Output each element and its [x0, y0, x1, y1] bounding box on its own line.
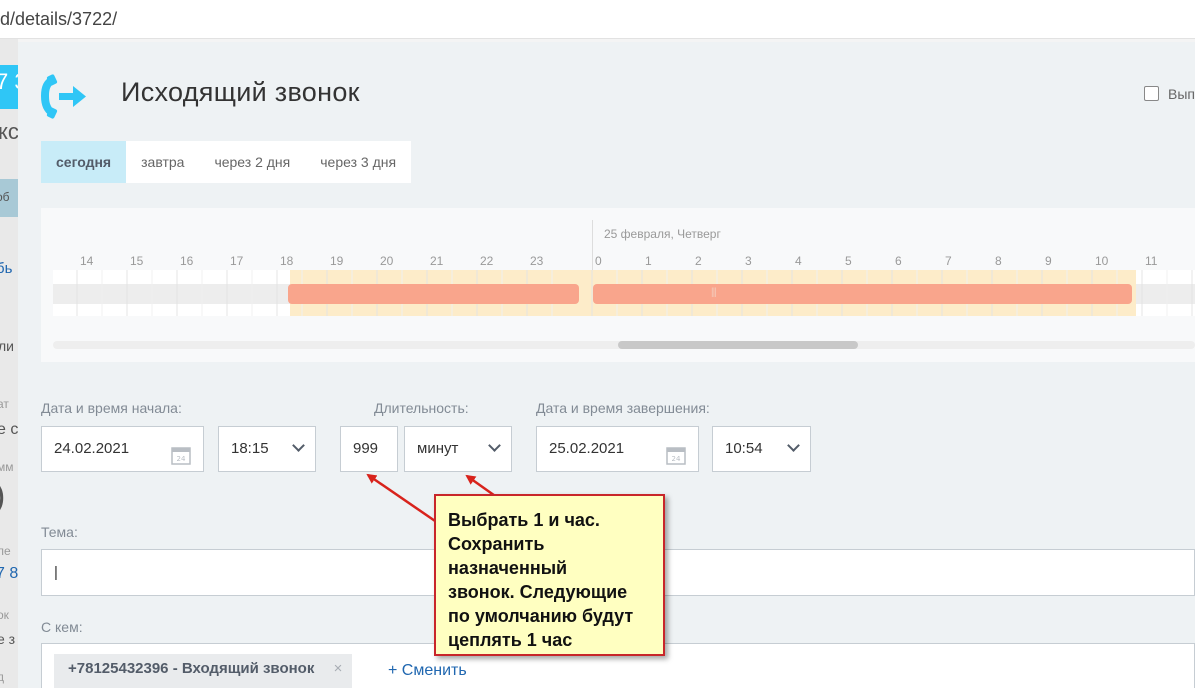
callout-line: назначенный [448, 558, 568, 578]
callout-line: по умолчанию будут [448, 606, 634, 626]
callout-line: Сохранить [448, 534, 545, 554]
callout-line: Выбрать 1 и час. [448, 510, 600, 530]
annotation-arrow [366, 473, 439, 525]
callout-line: звонок. Следующие [448, 582, 628, 602]
callout-line: цеплять 1 час [448, 630, 573, 650]
annotation-callout: Выбрать 1 и час. Сохранить назначенный з… [434, 494, 665, 656]
